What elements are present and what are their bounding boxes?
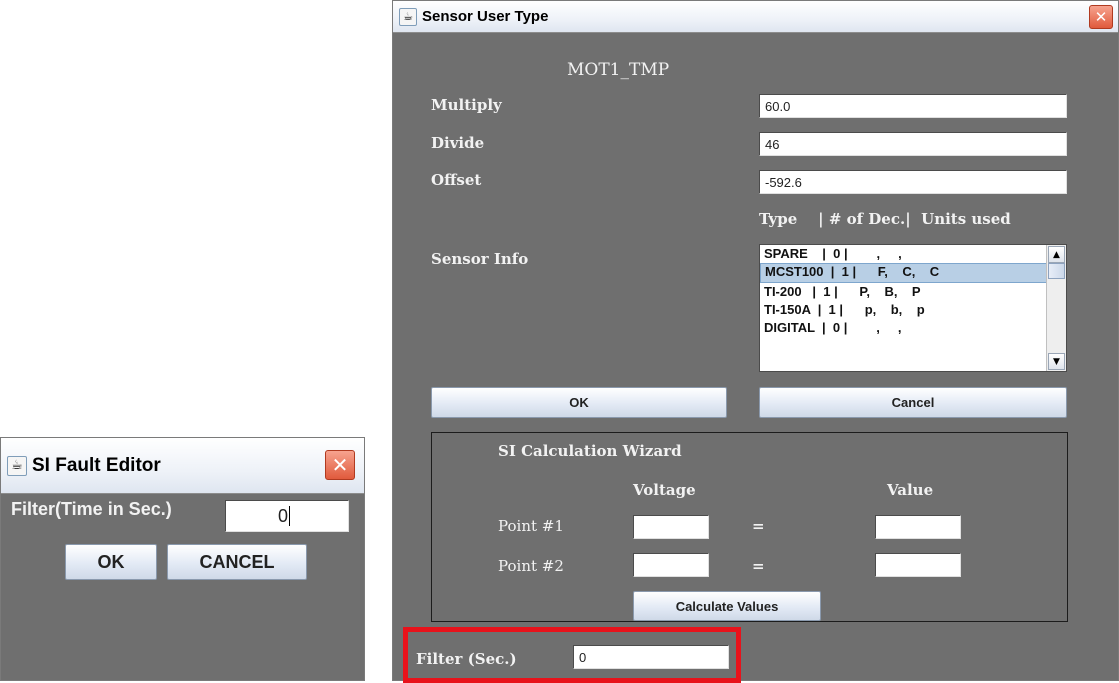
fault-ok-label: OK — [97, 551, 125, 572]
scroll-down-icon[interactable]: ▼ — [1048, 353, 1065, 370]
sensor-ok-button[interactable]: OK — [431, 387, 727, 418]
text-cursor — [289, 506, 290, 526]
divide-input[interactable]: 46 — [759, 132, 1067, 156]
fault-ok-button[interactable]: OK — [65, 544, 157, 580]
filter-time-input[interactable]: 0 — [225, 500, 349, 532]
sensor-info-list[interactable]: SPARE | 0 | , , MCST100 | 1 | F, C, C TI… — [759, 244, 1067, 372]
list-item[interactable]: DIGITAL | 0 | , , — [760, 319, 1066, 337]
list-item[interactable]: TI-200 | 1 | P, B, P — [760, 283, 1066, 301]
list-item[interactable]: SPARE | 0 | , , — [760, 245, 1066, 263]
sensor-cancel-label: Cancel — [891, 395, 935, 410]
sensor-info-label: Sensor Info — [431, 250, 529, 268]
close-icon[interactable]: ✕ — [1089, 5, 1113, 29]
scroll-up-icon[interactable]: ▲ — [1048, 246, 1065, 263]
multiply-label: Multiply — [431, 96, 502, 114]
sensor-name: MOT1_TMP — [567, 60, 670, 80]
fault-editor-titlebar[interactable]: ☕ SI Fault Editor ✕ — [1, 438, 364, 494]
list-item[interactable]: TI-150A | 1 | p, b, p — [760, 301, 1066, 319]
multiply-value: 60.0 — [765, 98, 791, 114]
point1-voltage-input[interactable] — [633, 515, 709, 539]
filter-time-label: Filter(Time in Sec.) — [11, 499, 172, 519]
multiply-input[interactable]: 60.0 — [759, 94, 1067, 118]
sensor-cancel-button[interactable]: Cancel — [759, 387, 1067, 418]
sensor-dialog-title: Sensor User Type — [422, 8, 549, 25]
fault-cancel-label: CANCEL — [199, 551, 275, 572]
divide-label: Divide — [431, 134, 485, 152]
list-scrollbar[interactable]: ▲ ▼ — [1046, 245, 1066, 371]
divide-value: 46 — [765, 136, 780, 152]
fault-cancel-button[interactable]: CANCEL — [167, 544, 307, 580]
fault-editor-title: SI Fault Editor — [32, 454, 161, 476]
scroll-thumb[interactable] — [1048, 263, 1065, 279]
calculate-values-button[interactable]: Calculate Values — [633, 591, 821, 621]
point1-value-input[interactable] — [875, 515, 961, 539]
java-app-icon: ☕ — [399, 7, 417, 26]
point1-equals: = — [752, 517, 765, 535]
point1-label: Point #1 — [498, 517, 564, 535]
point2-equals: = — [752, 557, 765, 575]
highlight-box — [403, 627, 741, 683]
point2-voltage-input[interactable] — [633, 553, 709, 577]
wizard-title: SI Calculation Wizard — [498, 442, 682, 460]
value-column-header: Value — [887, 481, 934, 499]
sensor-ok-label: OK — [569, 395, 589, 410]
java-app-icon: ☕ — [7, 455, 27, 476]
sensor-list-column-header: Type | # of Dec.| Units used — [759, 210, 1011, 228]
list-item-selected[interactable]: MCST100 | 1 | F, C, C — [760, 263, 1066, 283]
sensor-titlebar[interactable]: ☕ Sensor User Type ✕ — [393, 1, 1118, 33]
point2-label: Point #2 — [498, 557, 564, 575]
offset-value: -592.6 — [765, 174, 802, 190]
close-icon[interactable]: ✕ — [325, 450, 355, 480]
filter-time-value: 0 — [277, 505, 288, 526]
calculate-values-label: Calculate Values — [675, 598, 779, 614]
offset-input[interactable]: -592.6 — [759, 170, 1067, 194]
si-fault-editor-window: ☕ SI Fault Editor ✕ Filter(Time in Sec.)… — [0, 437, 365, 681]
offset-label: Offset — [431, 171, 482, 189]
voltage-column-header: Voltage — [633, 481, 696, 499]
point2-value-input[interactable] — [875, 553, 961, 577]
